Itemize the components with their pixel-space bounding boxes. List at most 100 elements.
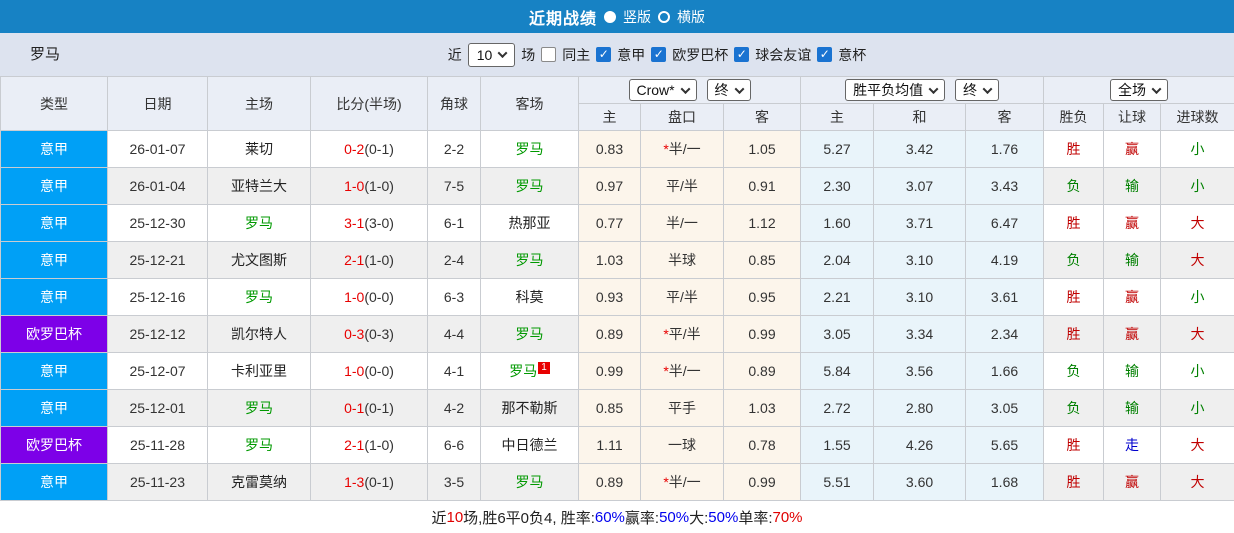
games-label: 场 [521, 45, 535, 65]
away-team: 罗马 [481, 131, 579, 168]
league-label-friendly[interactable]: 球会友谊 [755, 45, 811, 65]
chevron-down-icon [498, 48, 508, 58]
sub-header-avg-draw: 和 [874, 104, 966, 131]
match-date: 26-01-07 [108, 131, 208, 168]
league-badge: 意甲 [1, 464, 108, 501]
red-card-badge: 1 [538, 362, 550, 374]
odds-away: 0.91 [724, 168, 801, 205]
match-date: 25-12-01 [108, 390, 208, 427]
home-team: 凯尔特人 [208, 316, 311, 353]
col-header-home: 主场 [208, 77, 311, 131]
league-checkbox-serie-a[interactable]: ✓ [596, 47, 611, 62]
handicap-result: 走 [1104, 427, 1161, 464]
avg-away: 3.05 [966, 390, 1044, 427]
vertical-layout-label[interactable]: 竖版 [623, 7, 651, 27]
home-team: 罗马 [208, 279, 311, 316]
avg-home: 5.51 [801, 464, 874, 501]
away-team: 罗马 [481, 168, 579, 205]
avg-type-value: 胜平负均值 [853, 80, 923, 100]
avg-home: 2.21 [801, 279, 874, 316]
league-badge: 意甲 [1, 242, 108, 279]
summary-segment: 场,胜6平0负4, 胜率: [463, 507, 595, 528]
handicap-line: 平/半 [641, 168, 724, 205]
league-checkbox-friendly[interactable]: ✓ [734, 47, 749, 62]
score-cell: 1-3(0-1) [311, 464, 428, 501]
match-row: 意甲25-12-30罗马3-1(3-0)6-1热那亚0.77半/一1.121.6… [1, 205, 1234, 242]
avg-home: 3.05 [801, 316, 874, 353]
league-checkbox-europa[interactable]: ✓ [651, 47, 666, 62]
home-team: 罗马 [208, 390, 311, 427]
handicap-line: 平手 [641, 390, 724, 427]
avg-time-select[interactable]: 终 [955, 79, 999, 101]
avg-away: 4.19 [966, 242, 1044, 279]
away-team: 那不勒斯 [481, 390, 579, 427]
odds-home: 0.93 [579, 279, 641, 316]
team-name: 罗马 [245, 400, 273, 416]
handicap-line: *平/半 [641, 316, 724, 353]
avg-type-select[interactable]: 胜平负均值 [845, 79, 945, 101]
odds-company-select[interactable]: Crow* [629, 79, 697, 101]
league-checkbox-coppa[interactable]: ✓ [817, 47, 832, 62]
avg-draw: 3.07 [874, 168, 966, 205]
scope-select[interactable]: 全场 [1110, 79, 1168, 101]
team-name: 莱切 [245, 141, 273, 157]
odds-home: 0.85 [579, 390, 641, 427]
same-home-label[interactable]: 同主 [562, 45, 590, 65]
match-count-select[interactable]: 10 [468, 43, 516, 67]
handicap-text: 平/半 [666, 289, 698, 305]
fulltime-score: 1-0 [344, 178, 364, 194]
corner-score: 2-2 [428, 131, 481, 168]
match-result: 负 [1044, 168, 1104, 205]
summary-segment: 大: [689, 507, 708, 528]
handicap-text: 半球 [668, 252, 696, 268]
team-name: 中日德兰 [502, 437, 558, 453]
handicap-result: 输 [1104, 168, 1161, 205]
odds-home: 0.83 [579, 131, 641, 168]
match-row: 意甲25-12-01罗马0-1(0-1)4-2那不勒斯0.85平手1.032.7… [1, 390, 1234, 427]
goals-result: 大 [1161, 427, 1234, 464]
sub-header-odds-away: 客 [724, 104, 801, 131]
match-date: 26-01-04 [108, 168, 208, 205]
sub-header-odds-home: 主 [579, 104, 641, 131]
handicap-line: *半/一 [641, 464, 724, 501]
results-tbody: 意甲26-01-07莱切0-2(0-1)2-2罗马0.83*半/一1.055.2… [1, 131, 1234, 501]
halftime-score: (0-1) [364, 141, 394, 157]
team-name: 那不勒斯 [502, 400, 558, 416]
handicap-line: 一球 [641, 427, 724, 464]
vertical-layout-radio[interactable] [604, 11, 616, 23]
goals-result: 小 [1161, 279, 1234, 316]
odds-time-select[interactable]: 终 [707, 79, 751, 101]
handicap-result: 输 [1104, 242, 1161, 279]
league-label-europa[interactable]: 欧罗巴杯 [672, 45, 728, 65]
match-date: 25-12-07 [108, 353, 208, 390]
chevron-down-icon [1152, 84, 1162, 94]
corner-score: 7-5 [428, 168, 481, 205]
avg-away: 1.68 [966, 464, 1044, 501]
same-home-checkbox[interactable]: ✓ [541, 47, 556, 62]
match-row: 欧罗巴杯25-12-12凯尔特人0-3(0-3)4-4罗马0.89*平/半0.9… [1, 316, 1234, 353]
odds-away: 0.99 [724, 464, 801, 501]
odds-home: 0.97 [579, 168, 641, 205]
odds-away: 1.05 [724, 131, 801, 168]
corner-score: 2-4 [428, 242, 481, 279]
goals-result: 大 [1161, 464, 1234, 501]
team-name: 罗马 [245, 437, 273, 453]
home-team: 克雷莫纳 [208, 464, 311, 501]
match-date: 25-12-12 [108, 316, 208, 353]
handicap-line: 半/一 [641, 205, 724, 242]
team-name: 罗马 [516, 141, 544, 157]
avg-away: 3.43 [966, 168, 1044, 205]
league-label-coppa[interactable]: 意杯 [838, 45, 866, 65]
horizontal-layout-radio[interactable] [658, 11, 670, 23]
horizontal-layout-label[interactable]: 横版 [677, 7, 705, 27]
match-row: 意甲25-11-23克雷莫纳1-3(0-1)3-5罗马0.89*半/一0.995… [1, 464, 1234, 501]
team-name: 罗马 [516, 326, 544, 342]
league-badge: 欧罗巴杯 [1, 427, 108, 464]
summary-segment: 赢率: [625, 507, 659, 528]
league-label-serie-a[interactable]: 意甲 [617, 45, 645, 65]
summary-segment: 50% [659, 509, 689, 526]
halftime-score: (0-1) [364, 400, 394, 416]
match-result: 负 [1044, 390, 1104, 427]
match-result: 胜 [1044, 464, 1104, 501]
away-team: 热那亚 [481, 205, 579, 242]
